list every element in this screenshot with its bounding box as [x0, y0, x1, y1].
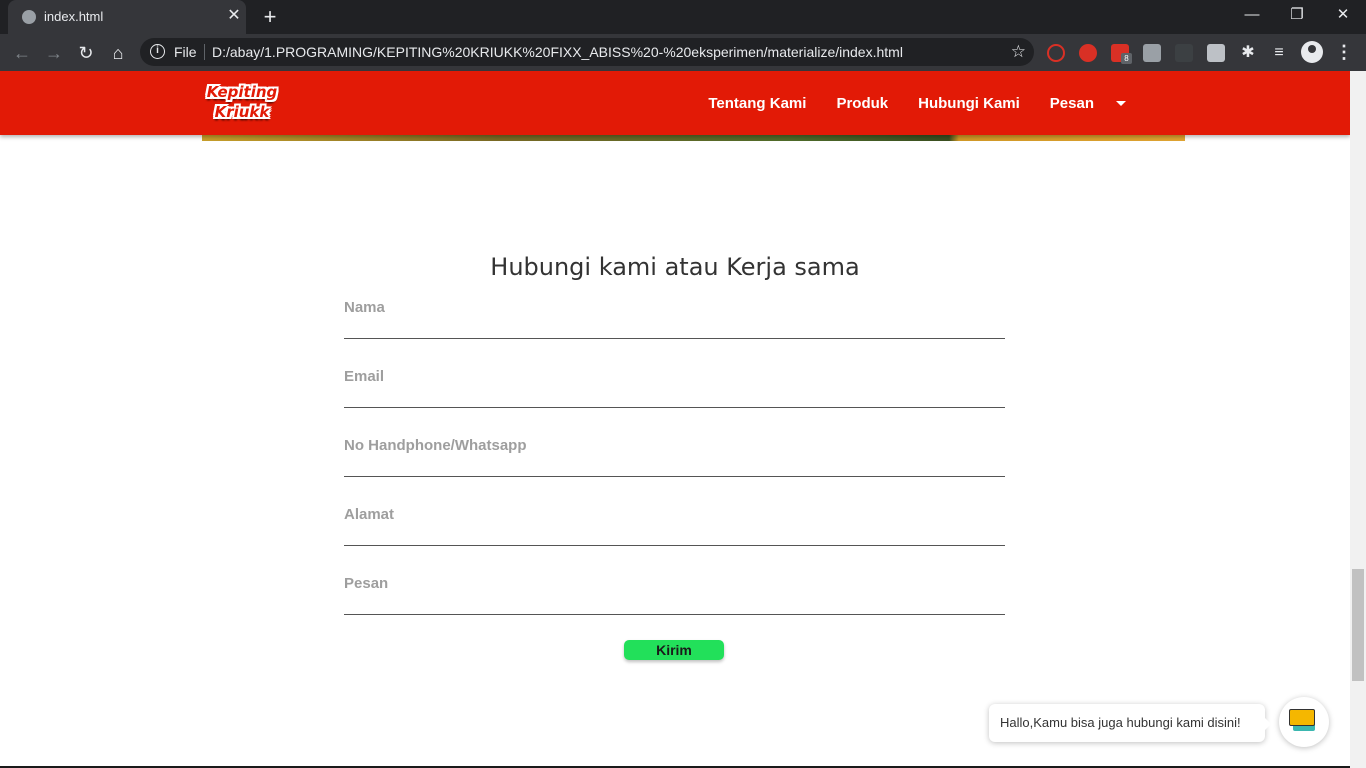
name-field[interactable]: Nama	[344, 293, 1005, 339]
email-field[interactable]: Email	[344, 362, 1005, 408]
extension-app-icon[interactable]	[1207, 44, 1225, 62]
address-scheme-label: File	[174, 44, 197, 60]
extension-blocker-icon[interactable]	[1047, 44, 1065, 62]
phone-field[interactable]: No Handphone/Whatsapp	[344, 431, 1005, 477]
chat-launcher-button[interactable]	[1279, 697, 1329, 747]
name-field-label: Nama	[344, 299, 385, 316]
adblock-icon[interactable]: 8	[1111, 44, 1132, 64]
nav-link-about[interactable]: Tentang Kami	[708, 95, 806, 112]
extension-pdf-icon[interactable]	[1143, 44, 1161, 62]
reload-icon[interactable]: ↻	[73, 40, 99, 66]
new-tab-button[interactable]: +	[258, 5, 282, 29]
tab-title: index.html	[44, 9, 104, 24]
chat-bubble-icon	[1289, 709, 1315, 726]
bookmark-star-icon[interactable]: ☆	[1011, 42, 1026, 62]
restore-icon[interactable]: ❐	[1274, 0, 1320, 32]
email-field-label: Email	[344, 368, 385, 385]
scrollbar-thumb[interactable]	[1352, 569, 1364, 681]
media-queue-icon[interactable]: ≡	[1270, 44, 1288, 62]
banner-image-edge	[202, 135, 1185, 141]
home-icon[interactable]: ⌂	[105, 40, 131, 66]
minimize-icon[interactable]: —	[1229, 0, 1275, 32]
message-field-label: Pesan	[344, 575, 389, 592]
site-navbar: Kepiting Kriukk Tentang Kami Produk Hubu…	[0, 71, 1350, 135]
globe-icon	[22, 10, 36, 24]
info-icon[interactable]: i	[150, 44, 165, 59]
address-url[interactable]: D:/abay/1.PROGRAMING/KEPITING%20KRIUKK%2…	[212, 44, 903, 60]
close-tab-icon[interactable]: ✕	[224, 6, 244, 26]
address-field[interactable]: Alamat	[344, 500, 1005, 546]
page-scrollbar[interactable]	[1350, 71, 1366, 768]
site-nav-links: Tentang Kami Produk Hubungi Kami Pesan	[678, 71, 1126, 135]
address-bar[interactable]: i File D:/abay/1.PROGRAMING/KEPITING%20K…	[140, 38, 1034, 66]
extension-eraser-icon[interactable]	[1175, 44, 1193, 62]
site-logo[interactable]: Kepiting Kriukk	[205, 83, 279, 125]
chat-tooltip[interactable]: Hallo,Kamu bisa juga hubungi kami disini…	[989, 704, 1271, 742]
dropdown-caret-icon[interactable]	[1116, 100, 1126, 106]
logo-line-1: Kepiting	[206, 83, 278, 101]
nav-link-products[interactable]: Produk	[836, 95, 888, 112]
adblock-count-badge: 8	[1121, 53, 1132, 64]
nav-link-order[interactable]: Pesan	[1050, 95, 1094, 112]
contact-section-title: Hubungi kami atau Kerja sama	[490, 253, 860, 281]
message-field[interactable]: Pesan	[344, 569, 1005, 615]
browser-menu-icon[interactable]: ⋮	[1334, 40, 1354, 64]
extension-hand-icon[interactable]	[1079, 44, 1097, 62]
address-separator	[204, 44, 205, 60]
logo-line-2: Kriukk	[214, 103, 270, 121]
browser-tabstrip: index.html ✕ + — ❐ ✕	[0, 0, 1366, 34]
profile-avatar-icon[interactable]	[1301, 41, 1323, 63]
back-icon[interactable]: ←	[9, 40, 35, 66]
puzzle-icon[interactable]: ✱	[1239, 44, 1257, 62]
forward-icon[interactable]: →	[41, 40, 67, 66]
chat-tooltip-text: Hallo,Kamu bisa juga hubungi kami disini…	[1000, 715, 1241, 730]
browser-tab[interactable]: index.html ✕	[8, 0, 246, 34]
address-field-label: Alamat	[344, 506, 395, 523]
phone-field-label: No Handphone/Whatsapp	[344, 437, 527, 454]
close-window-icon[interactable]: ✕	[1320, 0, 1366, 32]
submit-button[interactable]: Kirim	[624, 640, 724, 660]
page-viewport: Kepiting Kriukk Tentang Kami Produk Hubu…	[0, 71, 1350, 768]
nav-link-contact[interactable]: Hubungi Kami	[918, 95, 1020, 112]
browser-toolbar: ← → ↻ ⌂ i File D:/abay/1.PROGRAMING/KEPI…	[0, 34, 1366, 71]
